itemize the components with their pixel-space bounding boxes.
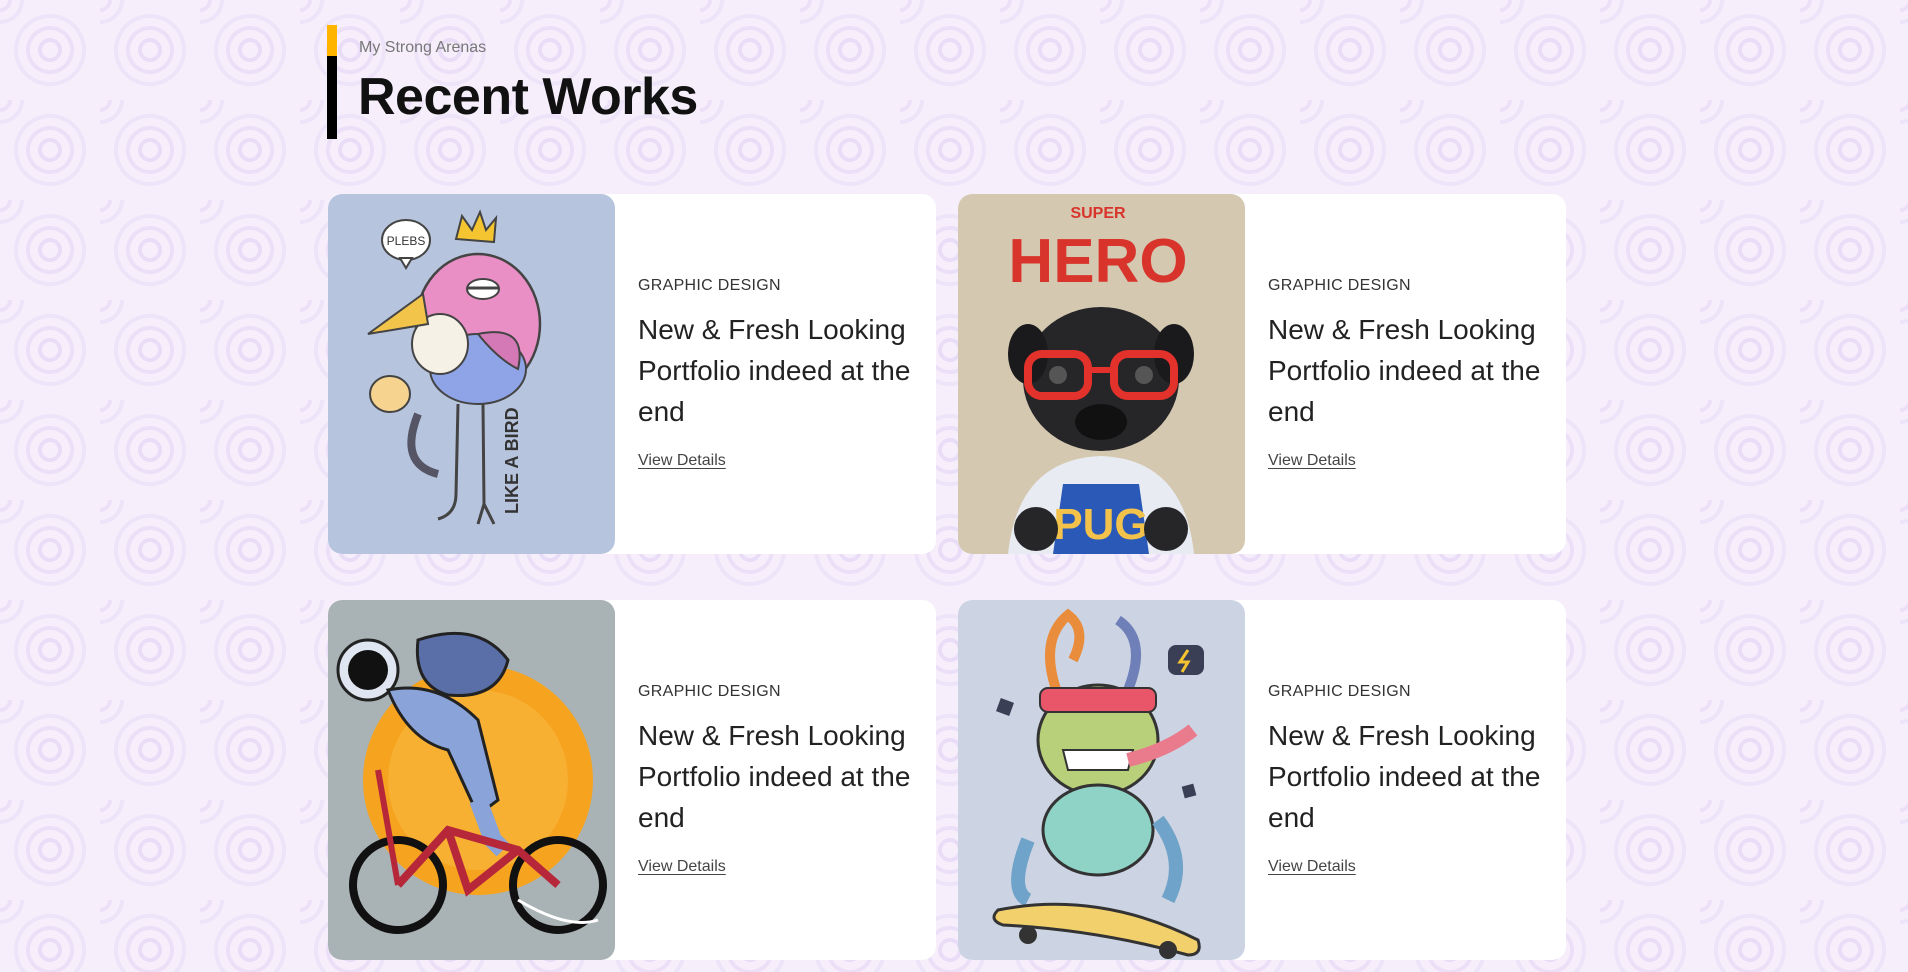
- portfolio-card[interactable]: PLEBS LIKE A BIRD GRAPHIC DESIGN New & F…: [328, 194, 936, 554]
- bird-caption-text: LIKE A BIRD: [502, 407, 522, 514]
- card-category: GRAPHIC DESIGN: [1268, 683, 1411, 700]
- pug-text: PUG: [1053, 500, 1148, 549]
- section-heading: My Strong Arenas Recent Works: [327, 25, 827, 139]
- card-body: GRAPHIC DESIGN New & Fresh Looking Portf…: [638, 194, 923, 554]
- heading-accent-bar: [327, 25, 337, 56]
- bird-illustration-image[interactable]: PLEBS LIKE A BIRD: [328, 194, 615, 554]
- recent-works-section: My Strong Arenas Recent Works PLEBS LIKE…: [327, 0, 1566, 972]
- card-category: GRAPHIC DESIGN: [638, 277, 781, 294]
- view-details-link[interactable]: View Details: [1268, 858, 1356, 876]
- section-title: Recent Works: [358, 68, 698, 126]
- card-title: New & Fresh Looking Portfolio indeed at …: [1268, 720, 1541, 833]
- bubble-text: PLEBS: [387, 234, 426, 248]
- superhero-pug-image[interactable]: SUPER HERO PUG: [958, 194, 1245, 554]
- portfolio-card[interactable]: GRAPHIC DESIGN New & Fresh Looking Portf…: [958, 600, 1566, 960]
- bird-illustration: PLEBS LIKE A BIRD: [328, 194, 615, 554]
- card-title: New & Fresh Looking Portfolio indeed at …: [638, 720, 911, 833]
- hero-text: HERO: [1008, 227, 1187, 296]
- view-details-link[interactable]: View Details: [638, 452, 726, 470]
- portfolio-card[interactable]: GRAPHIC DESIGN New & Fresh Looking Portf…: [328, 600, 936, 960]
- monster-skateboard-image[interactable]: [958, 600, 1245, 960]
- astronaut-bicycle-image[interactable]: [328, 600, 615, 960]
- portfolio-card[interactable]: SUPER HERO PUG GRAPHIC DESIGN New & Fres…: [958, 194, 1566, 554]
- card-category: GRAPHIC DESIGN: [638, 683, 781, 700]
- heading-bar: [327, 56, 337, 139]
- section-subtitle: My Strong Arenas: [359, 39, 487, 56]
- card-body: GRAPHIC DESIGN New & Fresh Looking Portf…: [1268, 194, 1553, 554]
- card-title: New & Fresh Looking Portfolio indeed at …: [1268, 314, 1541, 427]
- view-details-link[interactable]: View Details: [1268, 452, 1356, 470]
- superhero-pug-illustration: SUPER HERO PUG: [958, 194, 1245, 554]
- card-body: GRAPHIC DESIGN New & Fresh Looking Portf…: [1268, 600, 1553, 960]
- view-details-link[interactable]: View Details: [638, 858, 726, 876]
- card-body: GRAPHIC DESIGN New & Fresh Looking Portf…: [638, 600, 923, 960]
- super-text: SUPER: [1070, 205, 1126, 222]
- card-title: New & Fresh Looking Portfolio indeed at …: [638, 314, 911, 427]
- card-category: GRAPHIC DESIGN: [1268, 277, 1411, 294]
- monster-skateboard-illustration: [958, 600, 1245, 960]
- astronaut-bicycle-illustration: [328, 600, 615, 960]
